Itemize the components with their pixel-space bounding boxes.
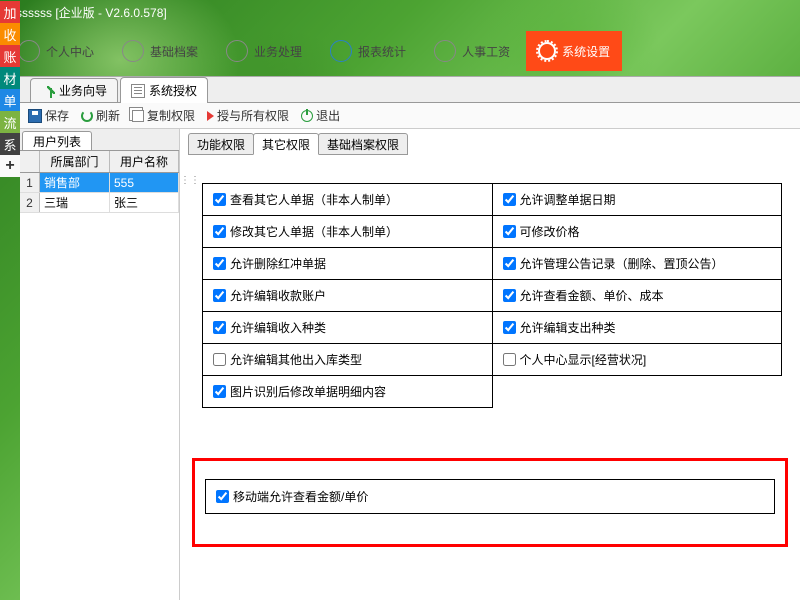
exit-button[interactable]: 退出: [301, 107, 340, 124]
copy-perm-button[interactable]: 复制权限: [132, 107, 195, 124]
col-user[interactable]: 用户名称: [110, 151, 179, 172]
sidetab-5[interactable]: 流: [0, 111, 20, 133]
sidetab-add[interactable]: +: [0, 155, 20, 177]
left-pane: 用户列表 所属部门 用户名称 1 销售部 555 2 三瑞 张三: [20, 129, 180, 600]
copy-icon: [132, 110, 144, 122]
perm-edit-expense[interactable]: 允许编辑支出种类: [503, 319, 772, 336]
user-row-0[interactable]: 1 销售部 555: [20, 173, 179, 193]
save-button[interactable]: 保存: [28, 107, 69, 124]
user-row-1[interactable]: 2 三瑞 张三: [20, 193, 179, 213]
perm-view-amount[interactable]: 允许查看金额、单价、成本: [503, 287, 772, 304]
perm-edit-price[interactable]: 可修改价格: [503, 223, 772, 240]
nav-reports[interactable]: 报表统计: [318, 31, 418, 71]
permission-table: 查看其它人单据（非本人制单） 允许调整单据日期 修改其它人单据（非本人制单） 可…: [202, 183, 782, 408]
exit-icon: [301, 110, 313, 122]
toolbar: 保存 刷新 复制权限 授与所有权限 退出: [20, 103, 800, 129]
document-tabs: 业务向导 系统授权: [20, 77, 800, 103]
sidetab-0[interactable]: 加: [0, 1, 20, 23]
perm-adjust-date[interactable]: 允许调整单据日期: [503, 191, 772, 208]
perm-edit-account[interactable]: 允许编辑收款账户: [213, 287, 482, 304]
nav-business[interactable]: 业务处理: [214, 31, 314, 71]
refresh-icon: [81, 110, 93, 122]
col-dept[interactable]: 所属部门: [40, 151, 110, 172]
grid-header: 所属部门 用户名称: [20, 151, 179, 173]
highlight-box: 移动端允许查看金额/单价: [192, 458, 788, 547]
side-tabs: 加 收 账 材 单 流 系 +: [0, 1, 20, 177]
sidetab-3[interactable]: 材: [0, 67, 20, 89]
perm-delete-red[interactable]: 允许删除红冲单据: [213, 255, 482, 272]
right-pane: 功能权限 其它权限 基础档案权限 查看其它人单据（非本人制单） 允许调整单据日期…: [180, 129, 800, 600]
perm-edit-others[interactable]: 修改其它人单据（非本人制单）: [213, 223, 482, 240]
perm-img-recog[interactable]: 图片识别后修改单据明细内容: [213, 383, 482, 400]
grant-icon: [207, 111, 214, 121]
drag-handle[interactable]: ⋮⋮: [180, 179, 188, 187]
tab-auth[interactable]: 系统授权: [120, 77, 208, 103]
window-title: sssssss [企业版 - V2.6.0.578]: [0, 0, 800, 26]
rtab-other[interactable]: 其它权限: [253, 133, 319, 155]
refresh-button[interactable]: 刷新: [81, 107, 120, 124]
gear-icon: [538, 42, 556, 60]
rtab-func[interactable]: 功能权限: [188, 133, 254, 155]
perm-mobile-amount[interactable]: 移动端允许查看金额/单价: [216, 488, 764, 505]
perm-edit-stocktype[interactable]: 允许编辑其他出入库类型: [213, 351, 482, 368]
arrow-icon: [41, 84, 55, 98]
top-nav: 个人中心 基础档案 业务处理 报表统计 人事工资 系统设置: [0, 26, 800, 76]
perm-edit-income[interactable]: 允许编辑收入种类: [213, 319, 482, 336]
sidetab-2[interactable]: 账: [0, 45, 20, 67]
tab-wizard[interactable]: 业务向导: [30, 78, 118, 102]
tab-userlist[interactable]: 用户列表: [22, 131, 92, 150]
sidetab-1[interactable]: 收: [0, 23, 20, 45]
nav-archives[interactable]: 基础档案: [110, 31, 210, 71]
sidetab-4[interactable]: 单: [0, 89, 20, 111]
sidetab-6[interactable]: 系: [0, 133, 20, 155]
perm-view-others[interactable]: 查看其它人单据（非本人制单）: [213, 191, 482, 208]
grant-all-button[interactable]: 授与所有权限: [207, 107, 289, 124]
perm-manage-notice[interactable]: 允许管理公告记录（删除、置顶公告）: [503, 255, 772, 272]
perm-show-business[interactable]: 个人中心显示[经营状况]: [503, 351, 772, 368]
rtab-archive[interactable]: 基础档案权限: [318, 133, 408, 155]
nav-system[interactable]: 系统设置: [526, 31, 622, 71]
document-icon: [131, 84, 145, 98]
nav-personal[interactable]: 个人中心: [6, 31, 106, 71]
nav-hr[interactable]: 人事工资: [422, 31, 522, 71]
save-icon: [28, 109, 42, 123]
